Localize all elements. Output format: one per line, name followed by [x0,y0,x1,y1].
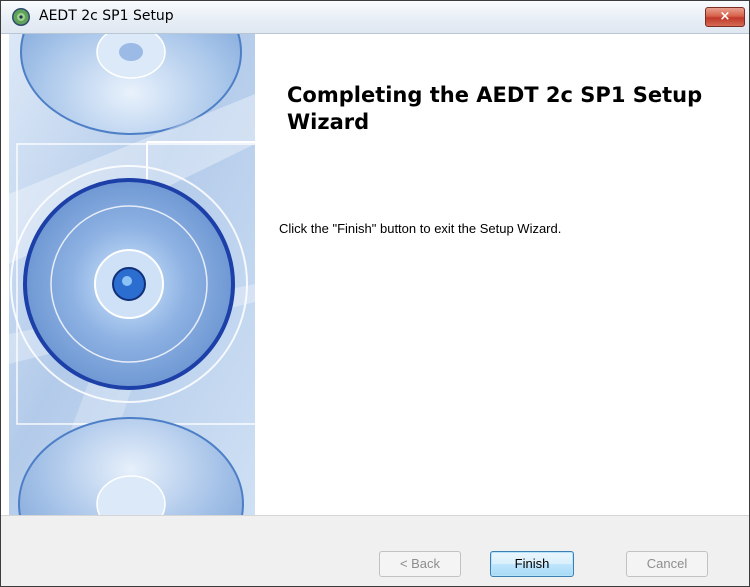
disc-installer-icon [12,8,30,26]
wizard-content-panel: Completing the AEDT 2c SP1 Setup Wizard … [255,34,749,515]
back-button[interactable]: < Back [379,551,461,577]
cancel-button[interactable]: Cancel [626,551,708,577]
close-button[interactable]: × [705,7,745,27]
window-title: AEDT 2c SP1 Setup [39,8,174,24]
close-icon: × [719,9,731,24]
finish-button[interactable]: Finish [490,551,574,577]
button-bar: < Back Finish Cancel [1,515,749,586]
cd-disc-artwork [9,34,255,515]
setup-wizard-window: AEDT 2c SP1 Setup × Completing the AEDT … [0,0,750,587]
completion-message: Click the "Finish" button to exit the Se… [279,221,562,236]
wizard-banner-image [9,34,255,515]
page-title: Completing the AEDT 2c SP1 Setup Wizard [287,83,703,134]
title-bar[interactable]: AEDT 2c SP1 Setup × [1,1,749,34]
